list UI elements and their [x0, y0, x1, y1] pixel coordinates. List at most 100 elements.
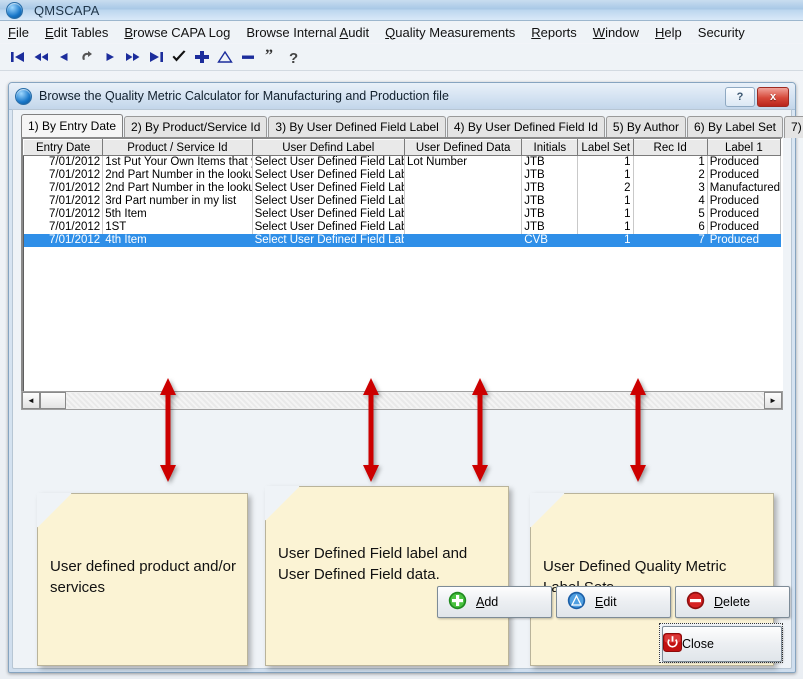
edit-button-label: Edit [595, 595, 617, 609]
cell-label-set: 1 [578, 195, 633, 208]
quote-icon[interactable]: ” [259, 46, 282, 68]
menu-item-reports[interactable]: Reports [523, 24, 585, 41]
close-button[interactable]: Close [662, 626, 782, 662]
cell-label-set: 1 [578, 221, 633, 234]
cell-rec-id: 4 [633, 195, 707, 208]
add-button[interactable]: Add [437, 586, 552, 618]
column-header-2[interactable]: Product / Service Id [103, 140, 252, 156]
edit-button[interactable]: Edit [556, 586, 671, 618]
plus-icon[interactable] [190, 46, 213, 68]
column-header-5[interactable]: Initials [522, 140, 578, 156]
toolbar: ” ? [0, 44, 803, 71]
column-header-8[interactable]: Label 1 [707, 140, 780, 156]
tab-6[interactable]: 6) By Label Set [687, 116, 783, 138]
triangle-icon[interactable] [213, 46, 236, 68]
cell-label-set: 1 [578, 169, 633, 182]
cell-initials: JTB [522, 221, 578, 234]
green-plus-circle-icon [448, 591, 467, 613]
menu-item-edit-tables[interactable]: Edit Tables [37, 24, 116, 41]
column-header-1[interactable]: Entry Date [24, 140, 103, 156]
annotation-arrow-4 [627, 378, 649, 482]
column-header-7[interactable]: Rec Id [633, 140, 707, 156]
tab-7[interactable]: 7) By Record Id [784, 116, 803, 138]
cell-user-defined-data [404, 234, 521, 247]
cell-product-service-id: 3rd Part number in my list [103, 195, 252, 208]
tab-4[interactable]: 4) By User Defined Field Id [447, 116, 605, 138]
delete-button[interactable]: Delete [675, 586, 790, 618]
cell-entry-date: 7/01/2012 [24, 208, 103, 221]
note-fold-corner [37, 493, 72, 528]
cell-rec-id: 5 [633, 208, 707, 221]
cell-label-1: Produced [707, 169, 780, 182]
table-header: Entry DateProduct / Service IdUser Defin… [24, 140, 781, 156]
cell-label-1: Manufactured [707, 182, 780, 195]
menu-item-security[interactable]: Security [690, 24, 753, 41]
menu-item-browse-internal-audit[interactable]: Browse Internal Audit [238, 24, 377, 41]
table-row[interactable]: 7/01/20122nd Part Number in the lookupSe… [24, 169, 781, 182]
cell-rec-id: 3 [633, 182, 707, 195]
table-row[interactable]: 7/01/20124th ItemSelect User Defined Fie… [24, 234, 781, 247]
fast-forward-icon[interactable] [121, 46, 144, 68]
cell-label-set: 1 [578, 208, 633, 221]
svg-text:”: ” [265, 49, 273, 64]
previous-record-icon[interactable] [52, 46, 75, 68]
table-row[interactable]: 7/01/20125th ItemSelect User Defined Fie… [24, 208, 781, 221]
horizontal-scrollbar[interactable]: ◄ ► [21, 391, 783, 410]
refresh-icon[interactable] [75, 46, 98, 68]
close-window-button[interactable]: x [757, 87, 789, 107]
cell-label-1: Produced [707, 234, 780, 247]
question-icon[interactable]: ? [282, 46, 305, 68]
fast-rewind-icon[interactable] [29, 46, 52, 68]
annotation-arrow-3 [469, 378, 491, 482]
add-button-label: Add [476, 595, 498, 609]
table-row[interactable]: 7/01/20122nd Part Number in the lookupSe… [24, 182, 781, 195]
menu-item-window[interactable]: Window [585, 24, 647, 41]
scroll-left-arrow-icon[interactable]: ◄ [22, 392, 40, 409]
cell-user-defined-data [404, 195, 521, 208]
cell-rec-id: 1 [633, 156, 707, 170]
column-header-4[interactable]: User Defined Data [404, 140, 521, 156]
cell-user-defind-label: Select User Defined Field Labe [252, 169, 404, 182]
cell-label-set: 1 [578, 234, 633, 247]
help-button[interactable]: ? [725, 87, 755, 107]
last-record-icon[interactable] [144, 46, 167, 68]
annotation-arrow-1 [157, 378, 179, 482]
cell-label-1: Produced [707, 208, 780, 221]
cell-product-service-id: 2nd Part Number in the lookup [103, 182, 252, 195]
cell-user-defined-data [404, 221, 521, 234]
menu-item-browse-capa-log[interactable]: Browse CAPA Log [116, 24, 238, 41]
cell-product-service-id: 2nd Part Number in the lookup [103, 169, 252, 182]
child-title-bar: Browse the Quality Metric Calculator for… [9, 83, 795, 110]
cell-entry-date: 7/01/2012 [24, 221, 103, 234]
menu-item-file[interactable]: File [0, 24, 37, 41]
table-row[interactable]: 7/01/20121STSelect User Defined Field La… [24, 221, 781, 234]
tab-3[interactable]: 3) By User Defined Field Label [268, 116, 445, 138]
cell-label-1: Produced [707, 221, 780, 234]
records-grid[interactable]: Entry DateProduct / Service IdUser Defin… [21, 137, 783, 394]
tab-5[interactable]: 5) By Author [606, 116, 686, 138]
annotation-note-2: User Defined Field label and User Define… [265, 486, 509, 666]
cell-rec-id: 7 [633, 234, 707, 247]
cell-entry-date: 7/01/2012 [24, 169, 103, 182]
scroll-right-arrow-icon[interactable]: ► [764, 392, 782, 409]
menu-item-quality-measurements[interactable]: Quality Measurements [377, 24, 523, 41]
check-icon[interactable] [167, 46, 190, 68]
cell-user-defind-label: Select User Defined Field Labe [252, 234, 404, 247]
first-record-icon[interactable] [6, 46, 29, 68]
tab-1[interactable]: 1) By Entry Date [21, 114, 123, 138]
delete-button-label: Delete [714, 595, 750, 609]
column-header-3[interactable]: User Defind Label [252, 140, 404, 156]
table-row[interactable]: 7/01/20123rd Part number in my listSelec… [24, 195, 781, 208]
cell-user-defind-label: Select User Defined Field Labe [252, 156, 404, 170]
tab-2[interactable]: 2) By Product/Service Id [124, 116, 267, 138]
scrollbar-thumb[interactable] [40, 392, 66, 409]
column-header-6[interactable]: Label Set [578, 140, 633, 156]
note-fold-corner [265, 486, 300, 521]
table-row[interactable]: 7/01/20121st Put Your Own Items that you… [24, 156, 781, 170]
menu-item-help[interactable]: Help [647, 24, 690, 41]
child-window-title: Browse the Quality Metric Calculator for… [39, 89, 449, 103]
table-body: 7/01/20121st Put Your Own Items that you… [24, 156, 781, 248]
minus-icon[interactable] [236, 46, 259, 68]
cell-label-1: Produced [707, 195, 780, 208]
next-record-icon[interactable] [98, 46, 121, 68]
